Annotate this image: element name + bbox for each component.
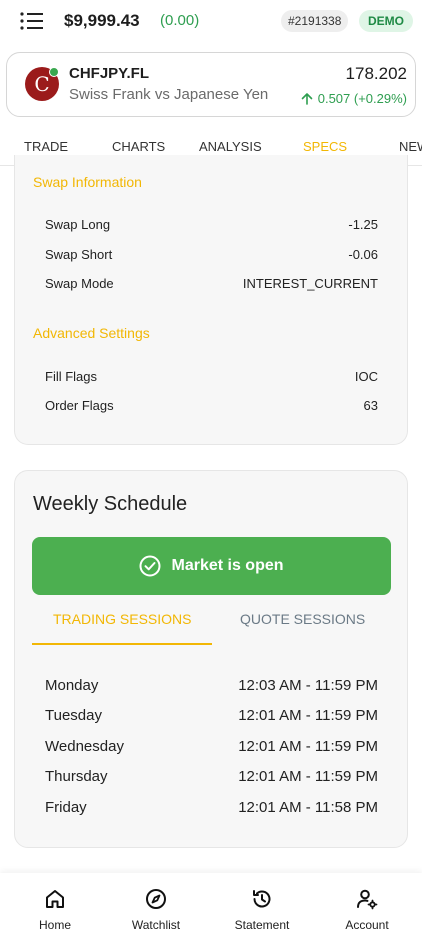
spec-value: 63 [363, 398, 378, 413]
schedule-day: Friday [45, 799, 87, 816]
instrument-card[interactable]: C CHFJPY.FL Swiss Frank vs Japanese Yen … [6, 52, 416, 117]
spec-value: -1.25 [348, 217, 378, 232]
market-status-button[interactable]: Market is open [32, 537, 391, 595]
tab-trade[interactable]: TRADE [24, 139, 68, 154]
tab-news[interactable]: NEWS [399, 139, 422, 154]
spec-label: Swap Short [45, 247, 113, 262]
weekly-schedule-card: Weekly Schedule Market is open TRADING S… [14, 470, 408, 848]
tab-analysis[interactable]: ANALYSIS [199, 139, 262, 154]
check-circle-icon [139, 555, 161, 577]
bottom-navigation: Home Watchlist Statement Account [0, 873, 422, 943]
nav-statement-label: Statement [234, 918, 290, 932]
instrument-name: Swiss Frank vs Japanese Yen [69, 86, 269, 103]
spec-label: Swap Long [45, 217, 111, 232]
spec-label: Order Flags [45, 398, 114, 413]
balance-change: (0.00) [160, 12, 200, 29]
tab-charts[interactable]: CHARTS [112, 139, 165, 154]
tab-specs[interactable]: SPECS [303, 139, 347, 154]
schedule-day: Wednesday [45, 738, 124, 755]
schedule-hours: 12:01 AM - 11:59 PM [238, 707, 378, 724]
compass-icon [146, 889, 166, 909]
account-balance: $9,999.43 [64, 11, 140, 30]
spec-label: Swap Mode [45, 276, 114, 291]
nav-statement[interactable]: Statement [212, 873, 312, 943]
specs-card: Swap Information Swap Long -1.25 Swap Sh… [14, 155, 408, 445]
account-settings-icon [357, 889, 378, 910]
tab-quote-sessions[interactable]: QUOTE SESSIONS [240, 611, 365, 627]
spec-value: -0.06 [348, 247, 378, 262]
schedule-day: Monday [45, 677, 99, 694]
top-bar: $9,999.43 (0.00) #2191338 DEMO [0, 0, 422, 42]
advanced-settings-title: Advanced Settings [33, 325, 150, 341]
nav-account[interactable]: Account [317, 873, 417, 943]
account-type-badge: DEMO [359, 10, 413, 32]
schedule-hours: 12:03 AM - 11:59 PM [238, 677, 378, 694]
schedule-day: Tuesday [45, 707, 102, 724]
spec-label: Fill Flags [45, 369, 98, 384]
nav-watchlist-label: Watchlist [131, 918, 181, 932]
swap-information-title: Swap Information [33, 174, 142, 190]
schedule-hours: 12:01 AM - 11:59 PM [238, 768, 378, 785]
account-id-badge[interactable]: #2191338 [281, 10, 349, 32]
online-status-dot [49, 67, 59, 77]
schedule-hours: 12:01 AM - 11:58 PM [238, 799, 378, 816]
schedule-day: Thursday [45, 768, 108, 785]
instrument-change-value: 0.507 (+0.29%) [317, 91, 407, 106]
session-tab-indicator [32, 643, 212, 645]
arrow-up-icon [301, 93, 313, 105]
nav-watchlist[interactable]: Watchlist [106, 873, 206, 943]
nav-home[interactable]: Home [5, 873, 105, 943]
spec-value: INTEREST_CURRENT [242, 276, 378, 291]
market-status-label: Market is open [171, 557, 284, 574]
weekly-schedule-title: Weekly Schedule [33, 493, 188, 515]
history-icon [253, 890, 271, 908]
instrument-change: 0.507 (+0.29%) [301, 91, 407, 106]
instrument-price: 178.202 [345, 64, 407, 83]
nav-account-label: Account [345, 918, 389, 932]
instrument-symbol: CHFJPY.FL [69, 65, 150, 82]
home-icon [46, 890, 64, 908]
schedule-hours: 12:01 AM - 11:59 PM [238, 738, 378, 755]
tab-trading-sessions[interactable]: TRADING SESSIONS [53, 611, 191, 627]
spec-value: IOC [354, 369, 378, 384]
nav-home-label: Home [38, 918, 71, 932]
menu-icon[interactable] [20, 11, 44, 31]
